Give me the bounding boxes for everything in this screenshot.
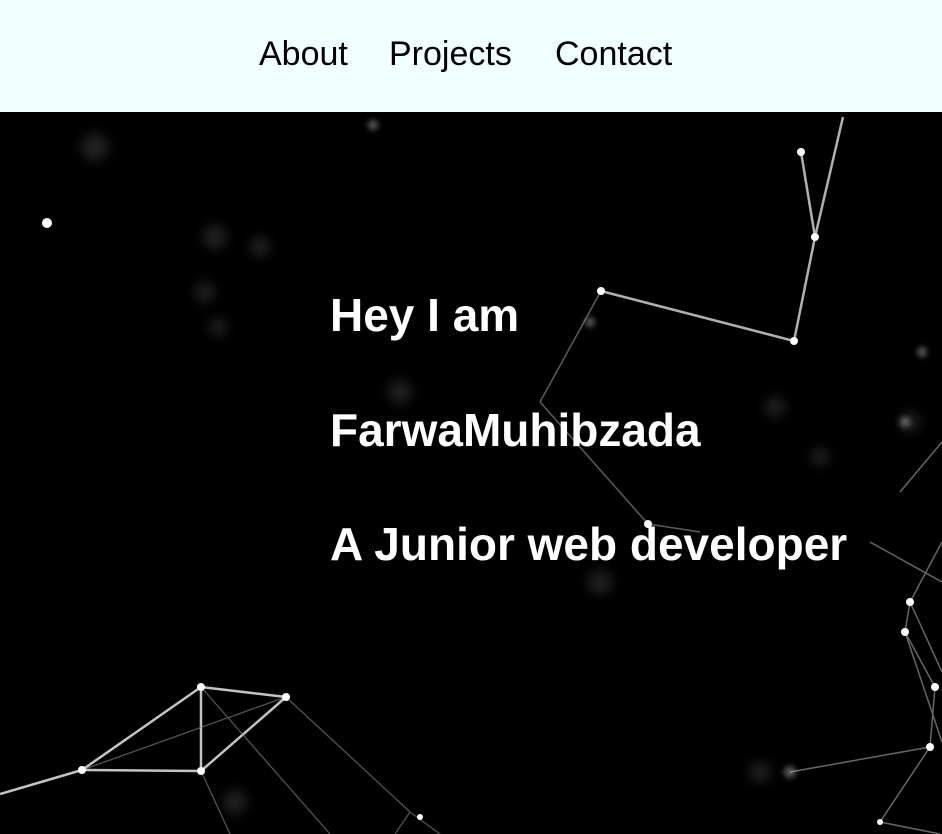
nav-link-contact[interactable]: Contact bbox=[555, 34, 672, 74]
network-background-image bbox=[0, 116, 942, 834]
nav-link-about[interactable]: About bbox=[259, 34, 348, 74]
top-navbar: About Projects Contact bbox=[0, 0, 942, 112]
hero-name: FarwaMuhibzada bbox=[330, 404, 701, 456]
hero-greeting: Hey I am bbox=[330, 289, 520, 341]
nav-link-projects[interactable]: Projects bbox=[389, 34, 512, 74]
hero-role: A Junior web developer bbox=[330, 518, 848, 570]
hero-section: Hey I am FarwaMuhibzada A Junior web dev… bbox=[0, 112, 942, 834]
